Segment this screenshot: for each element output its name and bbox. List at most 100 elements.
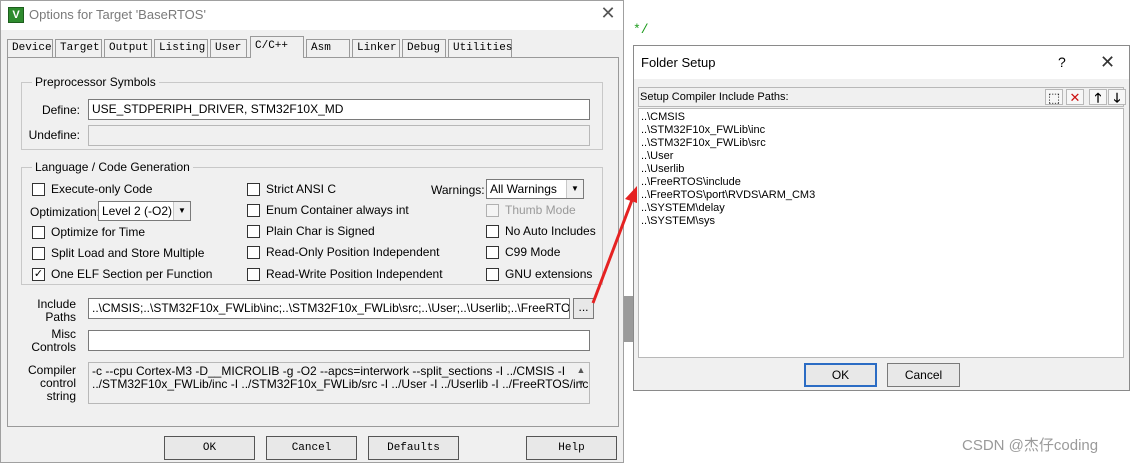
one-elf-label: One ELF Section per Function	[51, 267, 213, 281]
ro-position-box	[247, 245, 260, 259]
list-item[interactable]: ..\FreeRTOS\port\RVDS\ARM_CM3	[641, 189, 1121, 202]
undefine-input[interactable]	[88, 125, 590, 146]
folder-setup-ok-button[interactable]: OK	[804, 363, 877, 387]
compiler-control-label: Compiler control string	[20, 364, 76, 403]
plain-char-label: Plain Char is Signed	[266, 224, 375, 238]
move-down-icon[interactable]: 🡓	[1108, 89, 1126, 105]
gnu-extensions-box	[486, 267, 499, 281]
tab-linker[interactable]: Linker	[352, 39, 400, 57]
options-window-title: Options for Target 'BaseRTOS'	[29, 7, 206, 22]
watermark: CSDN @杰仔coding	[962, 437, 1099, 454]
one-elf-checkbox[interactable]: ✓ One ELF Section per Function	[32, 267, 212, 281]
options-window: V Options for Target 'BaseRTOS' ✕ Device…	[0, 0, 624, 463]
plain-char-checkbox[interactable]: Plain Char is Signed	[247, 224, 375, 238]
options-close-icon[interactable]: ✕	[597, 5, 619, 25]
thumb-mode-label: Thumb Mode	[505, 203, 576, 217]
scroll-up-icon[interactable]: ▲	[574, 364, 588, 377]
compiler-control-line2: ../STM32F10x_FWLib/inc -I ../STM32F10x_F…	[92, 377, 590, 391]
optimization-label: Optimization:	[30, 205, 101, 219]
list-item[interactable]: ..\STM32F10x_FWLib\src	[641, 137, 1121, 150]
list-item[interactable]: ..\Userlib	[641, 163, 1121, 176]
enum-container-checkbox[interactable]: Enum Container always int	[247, 203, 409, 217]
warnings-label: Warnings:	[431, 183, 485, 197]
list-item[interactable]: ..\User	[641, 150, 1121, 163]
tab-output[interactable]: Output	[104, 39, 152, 57]
delete-icon[interactable]: ✕	[1066, 89, 1084, 105]
rw-position-label: Read-Write Position Independent	[266, 267, 443, 281]
c99-mode-checkbox[interactable]: C99 Mode	[486, 245, 560, 259]
tab-target[interactable]: Target	[55, 39, 102, 57]
scroll-down-icon[interactable]: ▼	[574, 377, 588, 390]
include-paths-browse-button[interactable]: ...	[573, 298, 594, 319]
tab-user[interactable]: User	[210, 39, 247, 57]
list-item[interactable]: ..\SYSTEM\delay	[641, 202, 1121, 215]
compiler-control-label-line3: string	[46, 389, 76, 403]
c99-mode-box	[486, 245, 499, 259]
optimize-time-label: Optimize for Time	[51, 225, 146, 239]
execute-only-box	[32, 182, 45, 196]
optimization-value: Level 2 (-O2)	[102, 204, 173, 218]
misc-controls-label: Misc Controls	[20, 328, 76, 354]
execute-only-checkbox[interactable]: Execute-only Code	[32, 182, 152, 196]
language-group-label: Language / Code Generation	[32, 160, 193, 174]
folder-setup-title: Folder Setup	[641, 55, 716, 70]
ro-position-label: Read-Only Position Independent	[266, 245, 440, 259]
include-paths-input[interactable]: ..\CMSIS;..\STM32F10x_FWLib\inc;..\STM32…	[88, 298, 570, 319]
options-title-bar: V Options for Target 'BaseRTOS' ✕	[1, 1, 623, 30]
list-item[interactable]: ..\FreeRTOS\include	[641, 176, 1121, 189]
optimize-time-checkbox[interactable]: Optimize for Time	[32, 225, 145, 239]
plain-char-box	[247, 224, 260, 238]
chevron-down-icon: ▼	[566, 180, 583, 198]
define-label: Define:	[41, 103, 80, 117]
no-auto-includes-label: No Auto Includes	[505, 224, 596, 238]
checkmark-icon: ✓	[32, 267, 45, 281]
tab-c-cpp[interactable]: C/C++	[250, 36, 304, 58]
editor-comment: */	[633, 22, 649, 37]
compiler-control-string[interactable]: -c --cpu Cortex-M3 -D__MICROLIB -g -O2 -…	[88, 362, 590, 404]
compiler-control-scrollbar[interactable]: ▲ ▼	[574, 364, 588, 390]
strict-ansi-checkbox[interactable]: Strict ANSI C	[247, 182, 336, 196]
thumb-mode-box	[486, 203, 499, 217]
new-folder-icon[interactable]: ⬚	[1045, 89, 1063, 105]
rw-position-checkbox[interactable]: Read-Write Position Independent	[247, 267, 443, 281]
rw-position-box	[247, 267, 260, 281]
ro-position-checkbox[interactable]: Read-Only Position Independent	[247, 245, 439, 259]
tab-listing[interactable]: Listing	[154, 39, 208, 57]
ok-button[interactable]: OK	[164, 436, 255, 460]
strict-ansi-label: Strict ANSI C	[266, 182, 337, 196]
optimization-select[interactable]: Level 2 (-O2) ▼	[98, 201, 191, 221]
tab-debug[interactable]: Debug	[402, 39, 446, 57]
preprocessor-group: Preprocessor Symbols Define: USE_STDPERI…	[21, 75, 603, 150]
misc-controls-label-line2: Controls	[31, 340, 76, 354]
folder-setup-close-icon[interactable]: ✕	[1100, 52, 1115, 73]
thumb-mode-checkbox: Thumb Mode	[486, 203, 576, 217]
move-up-icon[interactable]: 🡑	[1089, 89, 1107, 105]
tab-device[interactable]: Device	[7, 39, 53, 57]
c99-mode-label: C99 Mode	[505, 245, 561, 259]
help-icon[interactable]: ?	[1058, 54, 1066, 70]
list-item[interactable]: ..\CMSIS	[641, 111, 1121, 124]
no-auto-includes-checkbox[interactable]: No Auto Includes	[486, 224, 596, 238]
split-load-box	[32, 246, 45, 260]
help-button[interactable]: Help	[526, 436, 617, 460]
tab-utilities[interactable]: Utilities	[448, 39, 512, 57]
include-paths-list[interactable]: ..\CMSIS ..\STM32F10x_FWLib\inc ..\STM32…	[638, 108, 1124, 358]
folder-setup-cancel-button[interactable]: Cancel	[887, 363, 960, 387]
cpp-tab-panel: Preprocessor Symbols Define: USE_STDPERI…	[7, 57, 619, 427]
split-load-checkbox[interactable]: Split Load and Store Multiple	[32, 246, 204, 260]
strict-ansi-box	[247, 182, 260, 196]
no-auto-includes-box	[486, 224, 499, 238]
define-input[interactable]: USE_STDPERIPH_DRIVER, STM32F10X_MD	[88, 99, 590, 120]
undefine-label: Undefine:	[28, 128, 80, 142]
list-item[interactable]: ..\SYSTEM\sys	[641, 215, 1121, 228]
misc-controls-input[interactable]	[88, 330, 590, 351]
cancel-button[interactable]: Cancel	[266, 436, 357, 460]
warnings-value: All Warnings	[490, 182, 557, 196]
warnings-select[interactable]: All Warnings ▼	[486, 179, 584, 199]
defaults-button[interactable]: Defaults	[368, 436, 459, 460]
tab-asm[interactable]: Asm	[306, 39, 350, 57]
include-paths-header: Setup Compiler Include Paths: ⬚ ✕ 🡑 🡓	[638, 87, 1126, 107]
enum-container-label: Enum Container always int	[266, 203, 409, 217]
list-item[interactable]: ..\STM32F10x_FWLib\inc	[641, 124, 1121, 137]
gnu-extensions-checkbox[interactable]: GNU extensions	[486, 267, 592, 281]
